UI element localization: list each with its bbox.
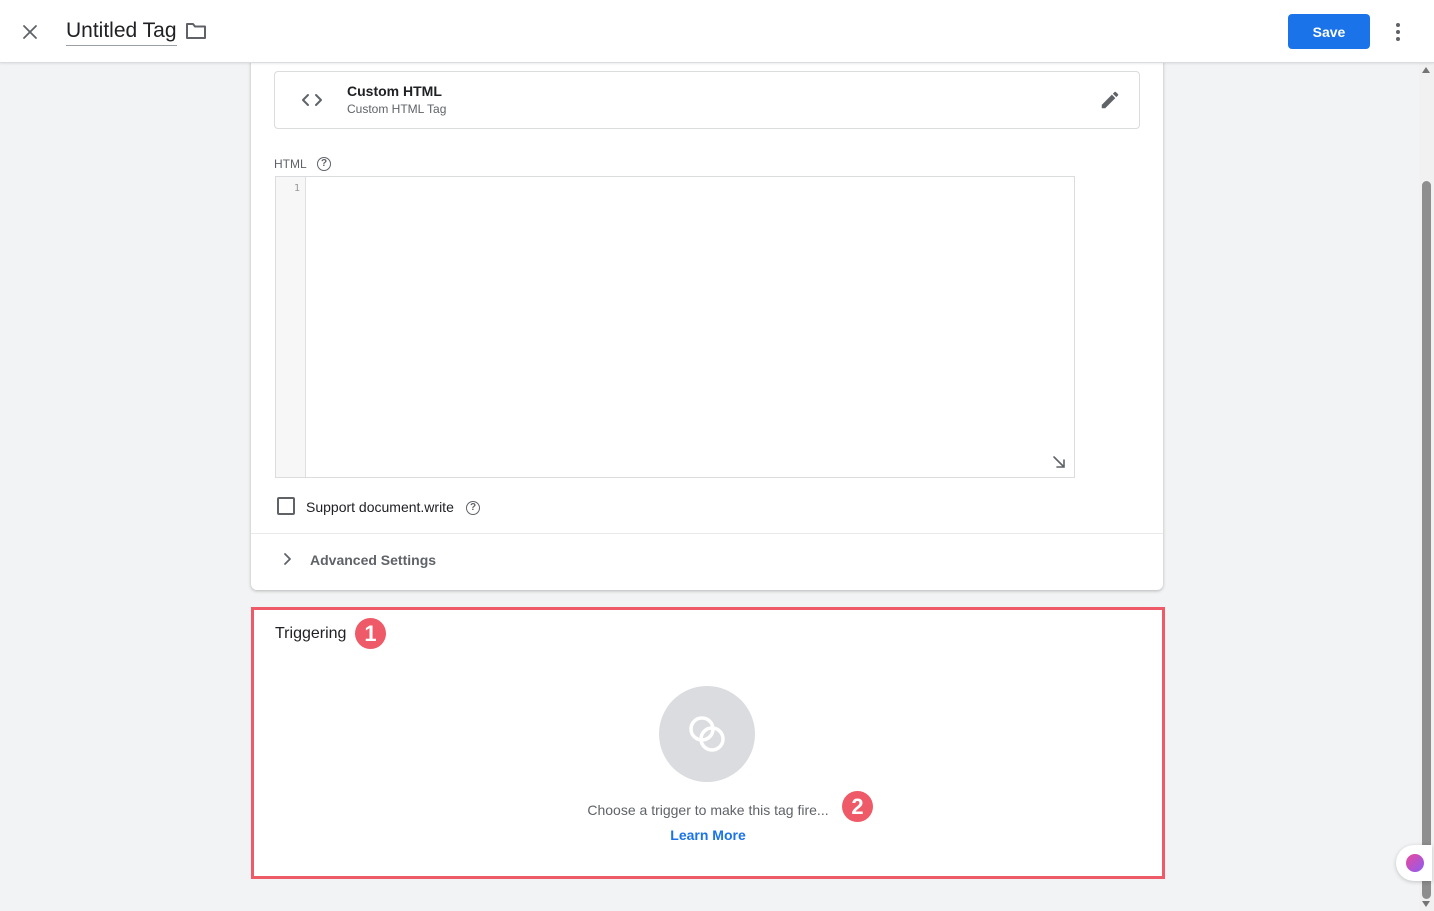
annotation-marker-2: 2 — [842, 791, 873, 822]
more-vert-icon — [1396, 23, 1400, 27]
code-brackets-icon — [302, 94, 322, 106]
save-button[interactable]: Save — [1288, 14, 1370, 49]
chevron-right-icon — [284, 553, 291, 565]
pencil-icon[interactable] — [1099, 89, 1121, 111]
tag-type-selector[interactable]: Custom HTML Custom HTML Tag — [274, 71, 1140, 129]
line-number: 1 — [293, 183, 300, 194]
tag-title-input[interactable]: Untitled Tag — [66, 19, 177, 46]
learn-more-link[interactable]: Learn More — [254, 827, 1162, 843]
code-input[interactable] — [307, 177, 1074, 477]
html-code-editor[interactable]: 1 — [275, 176, 1075, 478]
extension-button[interactable] — [1396, 845, 1432, 881]
divider — [251, 533, 1163, 534]
resize-handle-icon[interactable] — [1052, 455, 1066, 469]
folder-button[interactable] — [184, 20, 210, 44]
folder-icon — [186, 23, 206, 39]
scrollbar-thumb[interactable] — [1422, 181, 1431, 899]
close-icon — [23, 25, 37, 39]
html-field-label: HTML — [274, 157, 307, 171]
triggering-card: Triggering 1 Choose a trigger to make th… — [251, 607, 1165, 879]
tag-type-name: Custom HTML — [347, 83, 442, 99]
annotation-marker-1: 1 — [355, 618, 386, 649]
top-bar: Untitled Tag Save — [0, 0, 1434, 63]
advanced-settings-label: Advanced Settings — [310, 552, 437, 568]
advanced-settings-toggle[interactable]: Advanced Settings — [251, 535, 1163, 585]
page-scrollbar[interactable] — [1419, 63, 1434, 911]
trigger-empty-hint: Choose a trigger to make this tag fire..… — [587, 802, 829, 818]
trigger-icon — [689, 716, 725, 752]
brain-icon — [1406, 854, 1424, 872]
line-number-gutter: 1 — [276, 177, 306, 477]
help-icon[interactable]: ? — [466, 501, 480, 515]
more-options-button[interactable] — [1386, 16, 1410, 48]
tag-configuration-card: Custom HTML Custom HTML Tag HTML ? 1 Sup… — [251, 55, 1163, 590]
scroll-down-arrow-icon[interactable] — [1422, 901, 1430, 907]
close-button[interactable] — [14, 16, 46, 48]
support-document-write-label: Support document.write — [306, 499, 454, 515]
help-icon[interactable]: ? — [317, 157, 331, 171]
tag-type-description: Custom HTML Tag — [347, 102, 447, 116]
scroll-up-arrow-icon[interactable] — [1422, 67, 1430, 73]
add-trigger-button[interactable] — [659, 686, 755, 782]
support-document-write-checkbox[interactable] — [277, 497, 295, 515]
triggering-title: Triggering — [275, 625, 347, 642]
